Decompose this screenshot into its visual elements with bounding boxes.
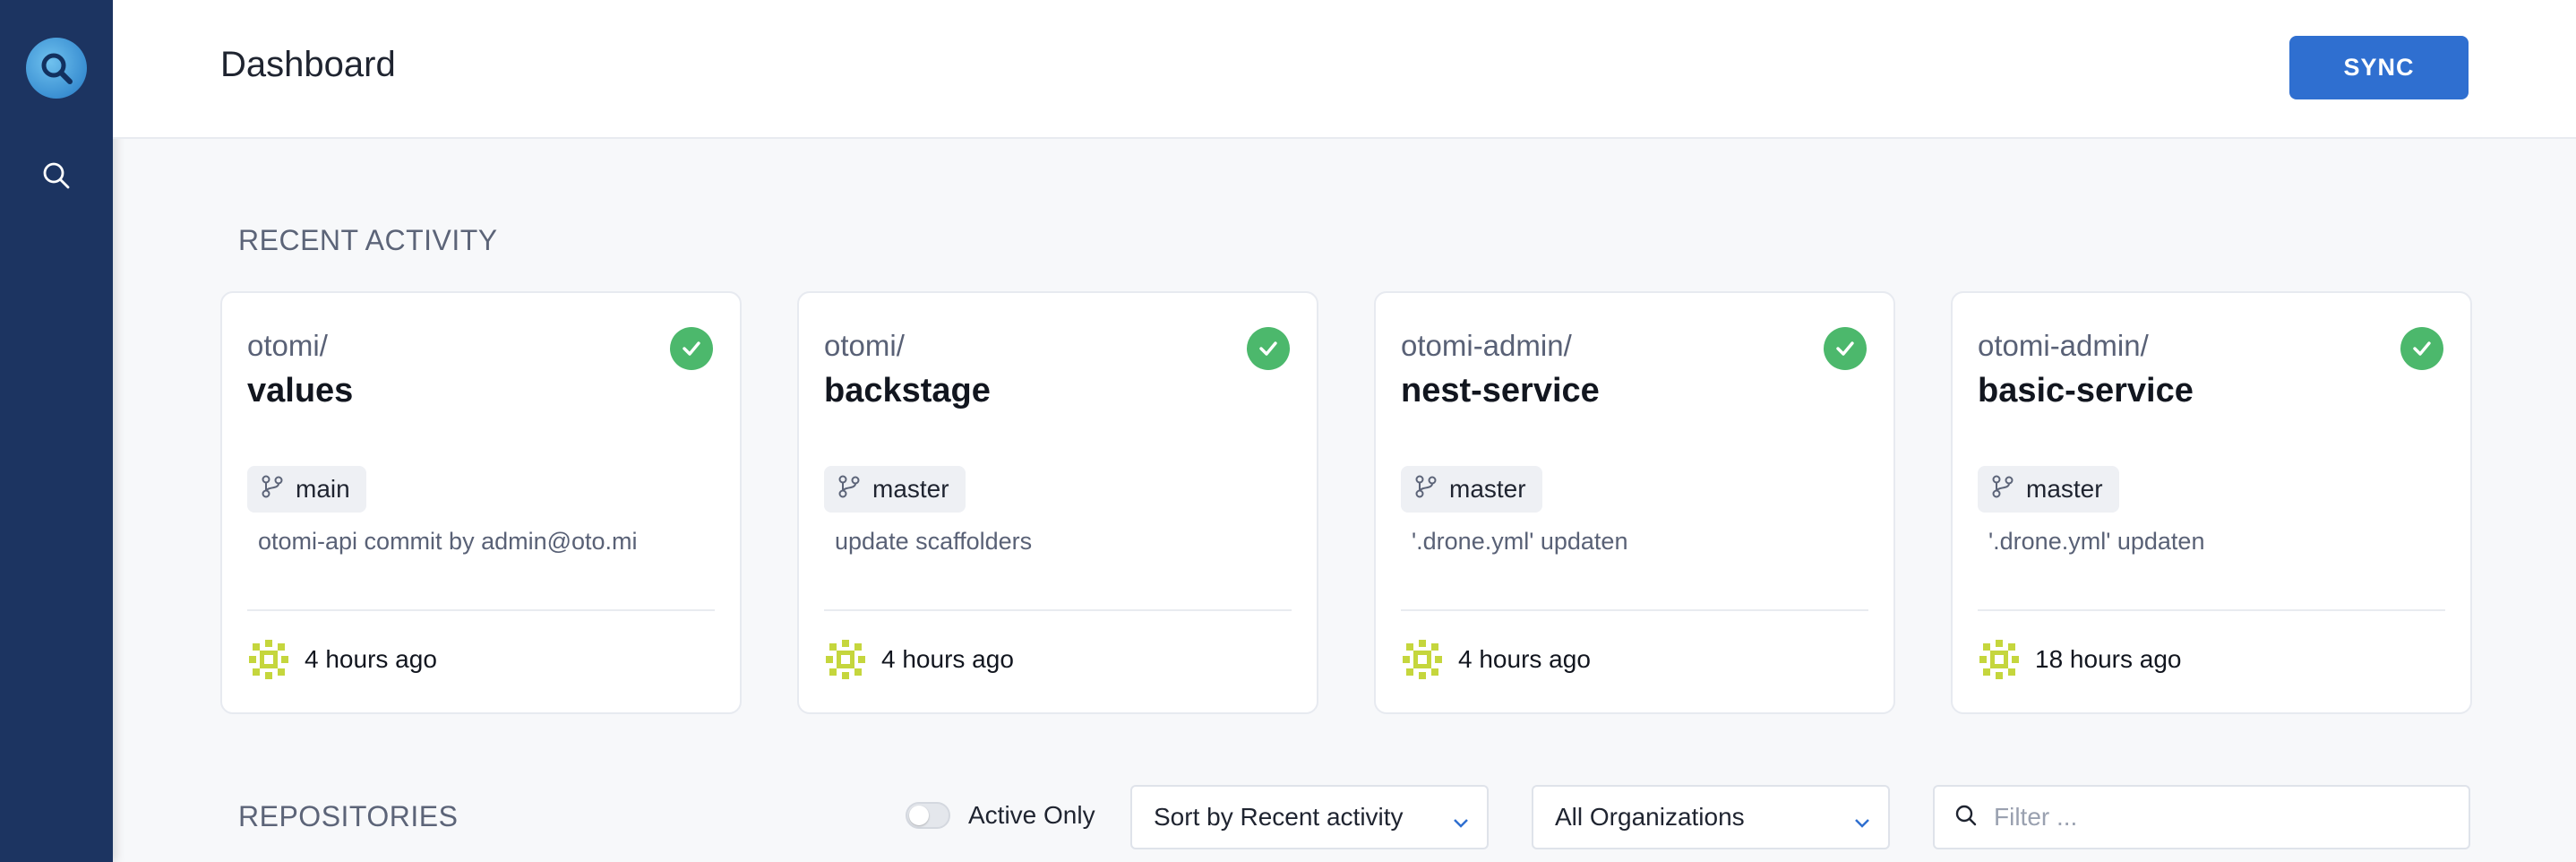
- check-icon: [2400, 327, 2443, 370]
- card-org[interactable]: otomi/: [824, 329, 905, 363]
- active-only-label: Active Only: [968, 801, 1095, 829]
- recent-activity-title: RECENT ACTIVITY: [238, 224, 498, 256]
- branch-badge: master: [824, 466, 966, 513]
- activity-time: 4 hours ago: [881, 645, 1014, 673]
- sort-select-value: Sort by Recent activity: [1154, 803, 1404, 831]
- logo-icon[interactable]: [26, 38, 87, 99]
- branch-badge: master: [1978, 466, 2119, 513]
- branch-name: master: [1449, 475, 1526, 503]
- search-icon[interactable]: [39, 158, 74, 194]
- commit-message: otomi-api commit by admin@oto.mi: [258, 528, 638, 555]
- divider: [824, 609, 1292, 611]
- page-title: Dashboard: [220, 45, 396, 84]
- avatar: [247, 638, 290, 681]
- branch-name: main: [296, 475, 350, 503]
- filter-field[interactable]: [1933, 785, 2470, 849]
- git-branch-icon: [1413, 474, 1438, 505]
- divider: [1978, 609, 2445, 611]
- chevron-down-icon: [1451, 810, 1471, 839]
- card-repo[interactable]: nest-service: [1401, 372, 1600, 410]
- repositories-title: REPOSITORIES: [238, 800, 459, 832]
- avatar: [824, 638, 867, 681]
- commit-message: '.drone.yml' updaten: [1988, 528, 2205, 555]
- search-icon: [1954, 804, 1978, 832]
- sort-select[interactable]: Sort by Recent activity: [1130, 785, 1489, 849]
- activity-card[interactable]: otomi-admin/ basic-service master '.dron…: [1951, 291, 2472, 714]
- activity-time: 4 hours ago: [1458, 645, 1591, 673]
- branch-badge: main: [247, 466, 366, 513]
- commit-message: update scaffolders: [835, 528, 1033, 555]
- activity-card[interactable]: otomi/ values main otomi-api commit by a…: [220, 291, 742, 714]
- card-org[interactable]: otomi/: [247, 329, 328, 363]
- organization-select-value: All Organizations: [1555, 803, 1745, 831]
- card-repo[interactable]: backstage: [824, 372, 991, 410]
- toggle-switch[interactable]: [906, 802, 950, 829]
- branch-badge: master: [1401, 466, 1542, 513]
- check-icon: [1247, 327, 1290, 370]
- divider: [247, 609, 715, 611]
- divider: [1401, 609, 1868, 611]
- git-branch-icon: [837, 474, 862, 505]
- check-icon: [670, 327, 713, 370]
- card-footer: 4 hours ago: [824, 637, 1014, 682]
- git-branch-icon: [1990, 474, 2015, 505]
- chevron-down-icon: [1852, 810, 1872, 839]
- filter-input[interactable]: [1994, 803, 2442, 832]
- check-icon: [1824, 327, 1867, 370]
- toggle-knob: [909, 806, 929, 825]
- activity-card[interactable]: otomi-admin/ nest-service master '.drone…: [1374, 291, 1895, 714]
- avatar: [1978, 638, 2021, 681]
- card-footer: 4 hours ago: [247, 637, 437, 682]
- git-branch-icon: [260, 474, 285, 505]
- card-org[interactable]: otomi-admin/: [1401, 329, 1572, 363]
- branch-name: master: [2026, 475, 2103, 503]
- card-footer: 18 hours ago: [1978, 637, 2181, 682]
- card-repo[interactable]: basic-service: [1978, 372, 2194, 410]
- organization-select[interactable]: All Organizations: [1532, 785, 1890, 849]
- card-repo[interactable]: values: [247, 372, 353, 410]
- card-org[interactable]: otomi-admin/: [1978, 329, 2149, 363]
- active-only-toggle[interactable]: Active Only: [906, 797, 1095, 833]
- sidebar: [0, 0, 113, 862]
- avatar: [1401, 638, 1444, 681]
- activity-time: 18 hours ago: [2035, 645, 2182, 673]
- card-footer: 4 hours ago: [1401, 637, 1591, 682]
- sync-button[interactable]: SYNC: [2289, 36, 2469, 99]
- activity-time: 4 hours ago: [305, 645, 437, 673]
- commit-message: '.drone.yml' updaten: [1412, 528, 1628, 555]
- header: Dashboard SYNC: [113, 0, 2576, 139]
- activity-card[interactable]: otomi/ backstage master update scaffolde…: [797, 291, 1318, 714]
- branch-name: master: [872, 475, 949, 503]
